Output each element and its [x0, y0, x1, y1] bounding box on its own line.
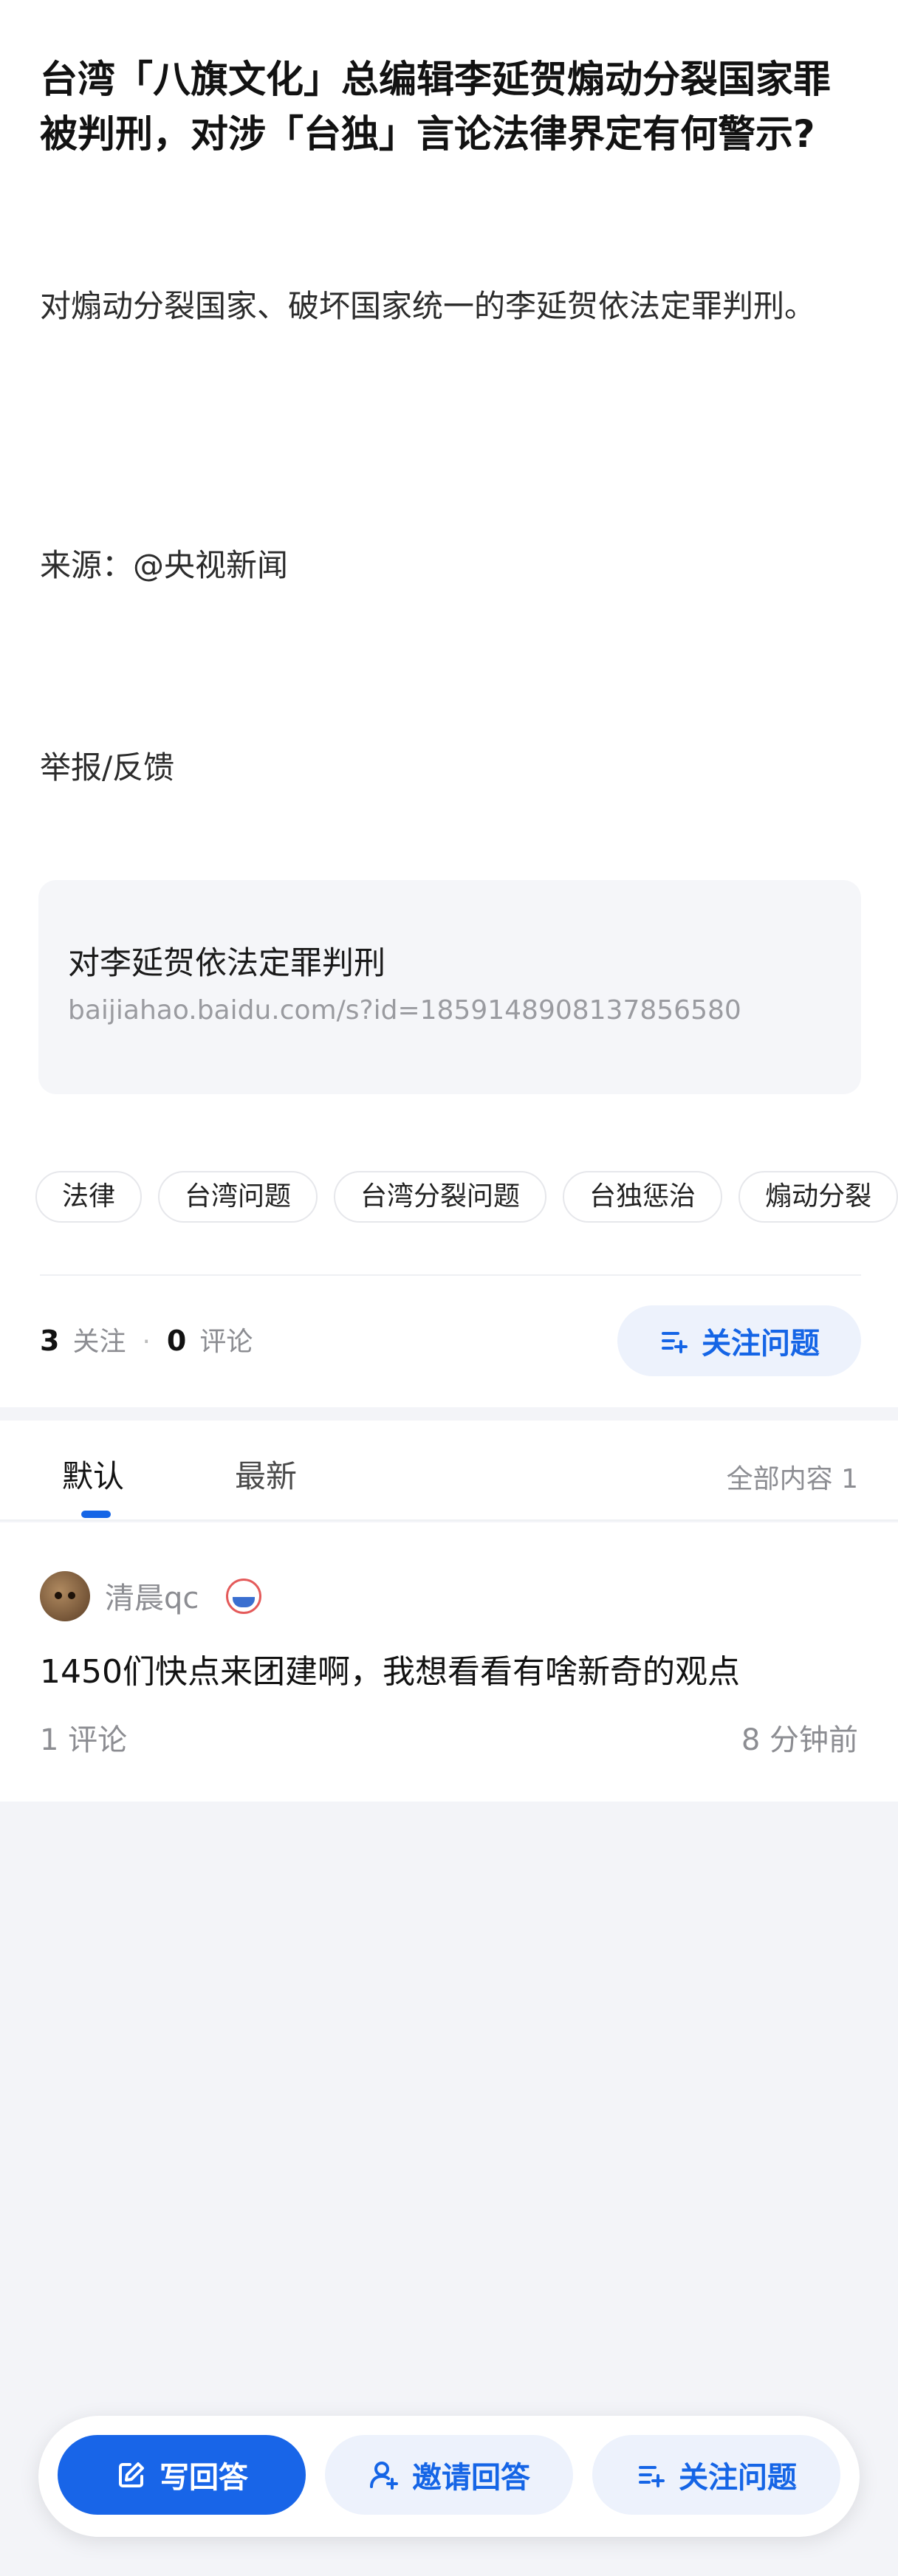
link-card-title: 对李延贺依法定罪判刑 — [68, 945, 385, 982]
bottom-action-bar: 写回答 邀请回答 关注问题 — [38, 2416, 860, 2537]
all-content-count: 全部内容 1 — [726, 1464, 858, 1494]
question-body-text: 对煽动分裂国家、破坏国家统一的李延贺依法定罪判刑。 — [40, 288, 816, 324]
section-gap — [0, 1407, 898, 1421]
invite-user-icon — [368, 2459, 400, 2491]
answer-item[interactable]: 清晨qc 1450们快点来团建啊，我想看看有啥新奇的观点 1 评论 8 分钟前 — [0, 1522, 898, 1802]
write-answer-label: 写回答 — [160, 2461, 248, 2495]
separator-dot: · — [142, 1327, 151, 1357]
answer-tabs: 默认 最新 全部内容 1 — [0, 1421, 898, 1521]
avatar[interactable] — [40, 1571, 90, 1621]
answer-comments[interactable]: 1 评论 — [40, 1716, 127, 1759]
answer-text[interactable]: 1450们快点来团建啊，我想看看有啥新奇的观点 — [40, 1645, 740, 1692]
active-tab-indicator — [81, 1511, 111, 1518]
topic-tag[interactable]: 台湾问题 — [158, 1171, 318, 1223]
follow-count: 3 — [40, 1325, 60, 1357]
divider — [40, 1274, 861, 1276]
report-feedback-link[interactable]: 举报/反馈 — [40, 743, 174, 788]
invite-answer-label: 邀请回答 — [412, 2461, 530, 2495]
topic-tag[interactable]: 台湾分裂问题 — [334, 1171, 547, 1223]
invite-answer-button[interactable]: 邀请回答 — [325, 2435, 573, 2515]
topic-tag[interactable]: 煽动分裂 — [738, 1171, 898, 1223]
topic-tag[interactable]: 台独惩治 — [563, 1171, 723, 1223]
follow-list-icon — [659, 1325, 690, 1356]
topic-tags: 法律 台湾问题 台湾分裂问题 台独惩治 煽动分裂 — [35, 1171, 898, 1226]
comment-count: 0 — [166, 1325, 187, 1357]
question-body: 对煽动分裂国家、破坏国家统一的李延贺依法定罪判刑。 — [40, 285, 860, 328]
tab-latest[interactable]: 最新 — [235, 1452, 297, 1497]
bottom-follow-question-label: 关注问题 — [679, 2461, 797, 2495]
follow-question-button[interactable]: 关注问题 — [617, 1305, 861, 1376]
tab-default[interactable]: 默认 — [62, 1452, 124, 1497]
follow-question-label: 关注问题 — [702, 1327, 820, 1361]
topic-tag[interactable]: 法律 — [35, 1171, 143, 1223]
link-card-url: baijiahao.baidu.com/s?id=185914890813785… — [68, 995, 741, 1026]
question-title: 台湾「八旗文化」总编辑李延贺煽动分裂国家罪被判刑，对涉「台独」言论法律界定有何警… — [40, 58, 832, 157]
answer-time: 8 分钟前 — [741, 1723, 858, 1757]
answer-author[interactable]: 清晨qc — [105, 1574, 199, 1617]
question-source[interactable]: 来源：@央视新闻 — [40, 540, 288, 585]
bottom-follow-question-button[interactable]: 关注问题 — [592, 2435, 840, 2515]
question-stats: 3 关注 · 0 评论 — [40, 1322, 253, 1361]
write-answer-button[interactable]: 写回答 — [58, 2435, 306, 2515]
edit-icon — [115, 2459, 148, 2491]
follow-list-icon — [636, 2459, 667, 2490]
follow-label: 关注 — [72, 1327, 126, 1357]
link-card[interactable]: 对李延贺依法定罪判刑 baijiahao.baidu.com/s?id=1859… — [38, 880, 861, 1094]
comment-label[interactable]: 评论 — [199, 1327, 253, 1357]
user-badge-icon — [226, 1579, 261, 1614]
